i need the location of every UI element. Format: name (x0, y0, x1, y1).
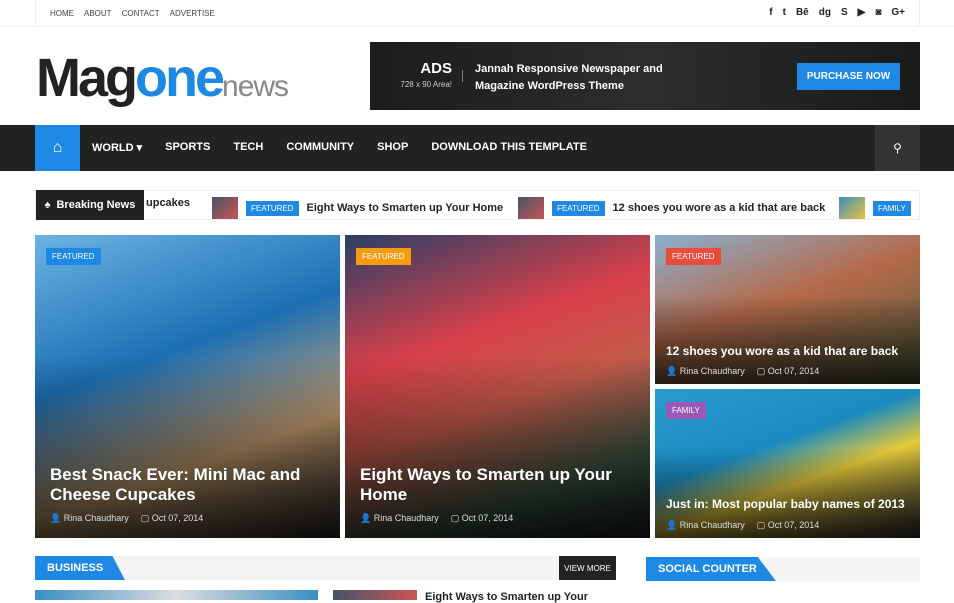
business-list-title[interactable]: Eight Ways to Smarten up Your (425, 591, 588, 603)
post-title[interactable]: Best Snack Ever: Mini Mac and Cheese Cup… (50, 465, 328, 505)
post-tag[interactable]: FAMILY (666, 402, 706, 419)
image-overlay (345, 356, 650, 538)
post-tag[interactable]: FEATURED (666, 248, 721, 265)
post-tag[interactable]: FEATURED (46, 248, 101, 265)
view-more-button[interactable]: VIEW MORE (559, 556, 616, 580)
nav-item-sports[interactable]: SPORTS (165, 141, 210, 154)
business-list-thumbnail[interactable] (333, 590, 417, 600)
skype-icon[interactable]: S (841, 7, 848, 18)
ad-banner[interactable]: ADS 728 x 90 Area! Jannah Responsive New… (370, 42, 920, 110)
breaking-news-label: ♠ Breaking News (36, 190, 144, 220)
featured-post-4[interactable]: FAMILY Just in: Most popular baby names … (655, 389, 920, 538)
business-post-image[interactable] (35, 590, 318, 600)
post-author[interactable]: 👤 Rina Chaudhary (666, 366, 745, 377)
ad-size: 728 x 90 Area! (400, 80, 452, 89)
google-plus-icon[interactable]: G+ (891, 7, 905, 18)
search-icon[interactable]: ⚲ (875, 125, 920, 171)
featured-post-3[interactable]: FEATURED 12 shoes you wore as a kid that… (655, 235, 920, 384)
ticker-thumbnail[interactable] (518, 197, 544, 219)
ad-title: ADS (420, 60, 452, 77)
breaking-news-ticker: upcakes FEATURED Eight Ways to Smarten u… (35, 190, 920, 220)
ticker-tag[interactable]: FEATURED (552, 200, 605, 216)
ticker-thumbnail[interactable] (212, 197, 238, 219)
top-link-contact[interactable]: CONTACT (122, 9, 160, 18)
top-link-advertise[interactable]: ADVERTISE (170, 9, 215, 18)
ticker-tag[interactable]: FAMILY (873, 200, 911, 216)
social-counter-header: SOCIAL COUNTER (646, 557, 920, 581)
featured-post-1[interactable]: FEATURED Best Snack Ever: Mini Mac and C… (35, 235, 340, 538)
top-link-about[interactable]: ABOUT (84, 9, 112, 18)
logo-text-3: news (222, 70, 289, 103)
post-title[interactable]: Eight Ways to Smarten up Your Home (360, 465, 638, 505)
main-nav: ⌂ WORLD ▾ SPORTS TECH COMMUNITY SHOP DOW… (0, 125, 954, 171)
section-title[interactable]: BUSINESS (35, 556, 125, 580)
post-title[interactable]: 12 shoes you wore as a kid that are back (666, 344, 908, 359)
post-author[interactable]: 👤 Rina Chaudhary (666, 520, 745, 531)
flame-icon: ♠ (44, 199, 51, 211)
youtube-icon[interactable]: ▶ (858, 7, 866, 18)
featured-post-2[interactable]: FEATURED Eight Ways to Smarten up Your H… (345, 235, 650, 538)
ticker-item-title[interactable]: Eight Ways to Smarten up Your Home (307, 202, 504, 214)
ticker-item-title[interactable]: upcakes (146, 197, 190, 209)
behance-icon[interactable]: Bē (796, 7, 809, 18)
twitter-icon[interactable]: t (783, 7, 786, 18)
section-title: SOCIAL COUNTER (646, 557, 776, 581)
ad-text: Jannah Responsive Newspaper and Magazine… (475, 63, 663, 92)
nav-item-world[interactable]: WORLD ▾ (92, 141, 142, 154)
nav-item-download[interactable]: DOWNLOAD THIS TEMPLATE (431, 141, 587, 154)
nav-item-tech[interactable]: TECH (233, 141, 263, 154)
ticker-thumbnail[interactable] (839, 197, 865, 219)
purchase-now-button[interactable]: PURCHASE NOW (797, 63, 900, 90)
logo-text-1: Mag (36, 48, 138, 108)
nav-item-community[interactable]: COMMUNITY (286, 141, 354, 154)
ticker-tag[interactable]: FEATURED (246, 200, 299, 216)
post-tag[interactable]: FEATURED (356, 248, 411, 265)
home-icon[interactable]: ⌂ (35, 125, 80, 171)
business-section-header: BUSINESS VIEW MORE (35, 556, 616, 580)
top-bar: HOME ABOUT CONTACT ADVERTISE f t Bē dg S… (0, 0, 954, 27)
image-overlay (35, 356, 340, 538)
post-author[interactable]: 👤 Rina Chaudhary (50, 513, 129, 524)
nav-item-shop[interactable]: SHOP (377, 141, 408, 154)
post-date: ▢ Oct 07, 2014 (140, 513, 204, 523)
breaking-news-text: Breaking News (56, 199, 136, 211)
logo-text-2: one (135, 48, 225, 108)
post-date: ▢ Oct 07, 2014 (756, 520, 820, 530)
top-link-home[interactable]: HOME (50, 9, 74, 18)
digg-icon[interactable]: dg (819, 7, 831, 18)
post-title[interactable]: Just in: Most popular baby names of 2013 (666, 497, 908, 512)
post-date: ▢ Oct 07, 2014 (756, 366, 820, 376)
post-author[interactable]: 👤 Rina Chaudhary (360, 513, 439, 524)
site-logo[interactable]: Magonenews (36, 48, 289, 115)
instagram-icon[interactable]: ◙ (875, 7, 881, 18)
ticker-item-title[interactable]: 12 shoes you wore as a kid that are back (613, 202, 826, 214)
facebook-icon[interactable]: f (769, 7, 772, 18)
ad-divider (462, 70, 463, 82)
post-date: ▢ Oct 07, 2014 (450, 513, 514, 523)
